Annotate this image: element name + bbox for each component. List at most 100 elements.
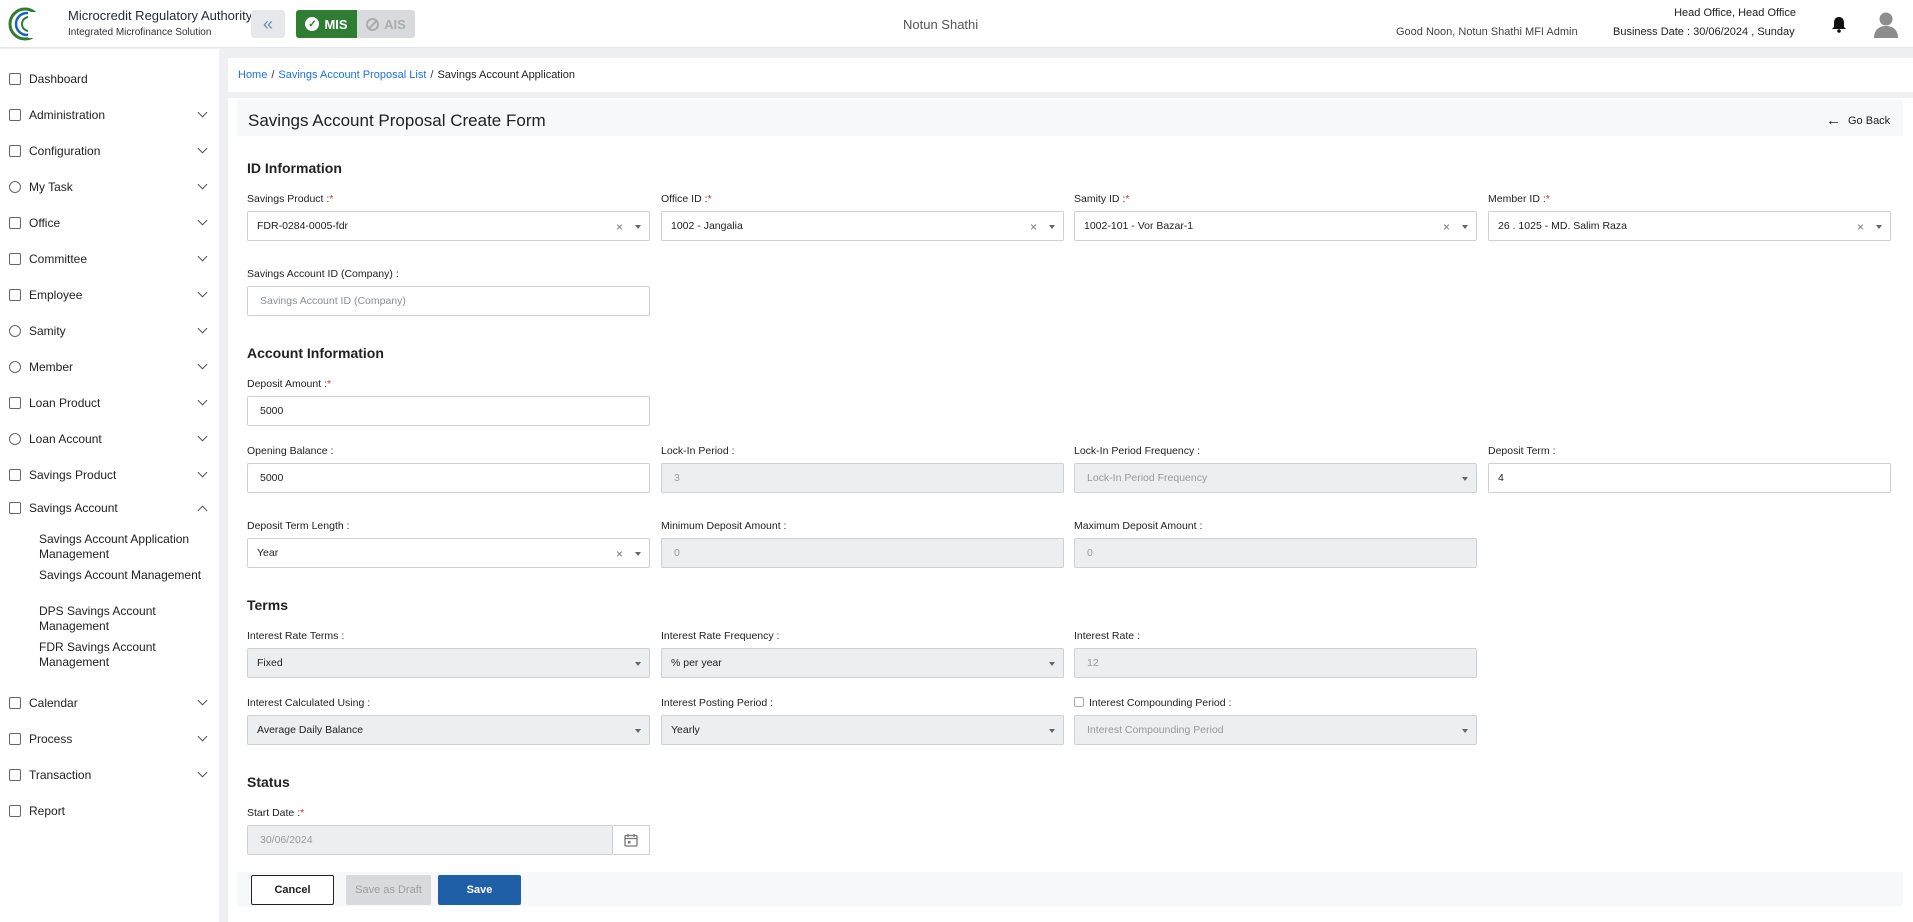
bell-icon[interactable] xyxy=(1831,16,1847,33)
interest-compounding-checkbox[interactable] xyxy=(1074,697,1084,707)
sidebar-item-label: Report xyxy=(29,804,66,818)
savings-account-id-label: Savings Account ID (Company) : xyxy=(247,268,399,280)
samity-id-label: Samity ID :* xyxy=(1074,193,1130,205)
clear-icon[interactable]: × xyxy=(1443,220,1450,234)
mis-mode-button[interactable]: ✓ MIS xyxy=(296,10,357,38)
office-name: Head Office, Head Office xyxy=(1674,7,1796,19)
sidebar-item-label: Savings Product xyxy=(29,468,117,482)
sidebar-item-savings-product[interactable]: Savings Product xyxy=(0,460,219,490)
savings-product-label: Savings Product :* xyxy=(247,193,334,205)
deposit-term-input[interactable]: 4 xyxy=(1488,463,1891,493)
breadcrumb-separator: / xyxy=(271,69,275,81)
savings-product-value: FDR-0284-0005-fdr xyxy=(257,220,349,232)
chevron-down-icon xyxy=(197,323,208,334)
clear-icon[interactable]: × xyxy=(1857,220,1864,234)
mis-label: MIS xyxy=(324,16,348,32)
chevron-down-icon xyxy=(197,287,208,298)
save-as-draft-button: Save as Draft xyxy=(346,875,431,905)
brand-subtitle: Integrated Microfinance Solution xyxy=(68,27,212,38)
sidebar-item-loan-account[interactable]: Loan Account xyxy=(0,424,219,454)
interest-rate-frequency-select[interactable]: % per year xyxy=(661,648,1064,678)
clear-icon[interactable]: × xyxy=(616,547,623,561)
sidebar-subitem-application-management[interactable]: Savings Account Application Management xyxy=(39,532,209,562)
sidebar: Dashboard Administration Configuration M… xyxy=(0,49,219,922)
deposit-term-label: Deposit Term : xyxy=(1488,445,1556,457)
member-id-select[interactable]: 26 . 1025 - MD. Salim Raza × xyxy=(1488,211,1891,241)
interest-rate-terms-select[interactable]: Fixed xyxy=(247,648,650,678)
chevron-down-icon xyxy=(197,467,208,478)
sidebar-item-my-task[interactable]: My Task xyxy=(0,172,219,202)
breadcrumb: Home / Savings Account Proposal List / Savin… xyxy=(238,69,575,81)
interest-compounding-label: Interest Compounding Period : xyxy=(1089,697,1232,709)
caret-down-icon xyxy=(1876,225,1882,229)
sidebar-item-savings-account[interactable]: Savings Account xyxy=(0,493,219,523)
brand: Microcredit Regulatory Authority Integra… xyxy=(68,8,252,38)
sidebar-subitem-fdr-management[interactable]: FDR Savings Account Management xyxy=(39,640,209,670)
samity-id-select[interactable]: 1002-101 - Vor Bazar-1 × xyxy=(1074,211,1477,241)
interest-calculated-label: Interest Calculated Using : xyxy=(247,697,371,709)
sidebar-item-label: Loan Account xyxy=(29,432,102,446)
save-button[interactable]: Save xyxy=(438,875,521,905)
office-id-label: Office ID :* xyxy=(661,193,712,205)
chevron-down-icon xyxy=(197,143,208,154)
sidebar-item-committee[interactable]: Committee xyxy=(0,244,219,274)
sidebar-subitem-dps-management[interactable]: DPS Savings Account Management xyxy=(39,604,209,634)
interest-calculated-select[interactable]: Average Daily Balance xyxy=(247,715,650,745)
section-id-information: ID Information xyxy=(247,160,342,176)
caret-down-icon xyxy=(1462,729,1468,733)
loan-product-icon xyxy=(9,397,21,409)
caret-down-icon xyxy=(635,225,641,229)
user-avatar-icon[interactable] xyxy=(1874,11,1898,38)
sidebar-item-samity[interactable]: Samity xyxy=(0,316,219,346)
sidebar-item-report[interactable]: Report xyxy=(0,796,219,826)
breadcrumb-home-link[interactable]: Home xyxy=(238,69,267,81)
sidebar-item-administration[interactable]: Administration xyxy=(0,100,219,130)
brand-title: Microcredit Regulatory Authority xyxy=(68,8,253,23)
member-id-value: 26 . 1025 - MD. Salim Raza xyxy=(1498,220,1627,232)
sidebar-item-member[interactable]: Member xyxy=(0,352,219,382)
sidebar-item-employee[interactable]: Employee xyxy=(0,280,219,310)
interest-compounding-placeholder: Interest Compounding Period xyxy=(1087,724,1224,736)
cancel-button[interactable]: Cancel xyxy=(251,875,334,905)
interest-calculated-value: Average Daily Balance xyxy=(257,724,364,736)
sliders-icon xyxy=(9,145,21,157)
collapse-sidebar-button[interactable]: « xyxy=(251,10,285,38)
interest-rate-frequency-value: % per year xyxy=(671,657,722,669)
savings-account-id-input[interactable]: Savings Account ID (Company) xyxy=(247,286,650,316)
chevron-down-icon xyxy=(197,359,208,370)
member-id-label: Member ID :* xyxy=(1488,193,1550,205)
interest-rate-input: 12 xyxy=(1074,648,1477,678)
clear-icon[interactable]: × xyxy=(1030,220,1037,234)
greeting: Good Noon, Notun Shathi MFI Admin xyxy=(1396,26,1578,38)
sidebar-item-calendar[interactable]: Calendar xyxy=(0,688,219,718)
breadcrumb-list-link[interactable]: Savings Account Proposal List xyxy=(278,69,426,81)
sidebar-item-loan-product[interactable]: Loan Product xyxy=(0,388,219,418)
chevron-up-icon xyxy=(197,505,208,516)
process-icon xyxy=(9,733,21,745)
start-date-input[interactable]: 30/06/2024 xyxy=(247,825,613,855)
sidebar-item-label: Employee xyxy=(29,288,83,302)
deposit-amount-input[interactable]: 5000 xyxy=(247,396,650,426)
opening-balance-input[interactable]: 5000 xyxy=(247,463,650,493)
sidebar-item-transaction[interactable]: Transaction xyxy=(0,760,219,790)
ais-mode-button[interactable]: AIS xyxy=(357,10,415,38)
savings-product-select[interactable]: FDR-0284-0005-fdr × xyxy=(247,211,650,241)
date-picker-button[interactable] xyxy=(613,825,650,855)
clear-icon[interactable]: × xyxy=(616,220,623,234)
form-card: Savings Account Proposal Create Form ← G… xyxy=(228,98,1913,922)
office-id-select[interactable]: 1002 - Jangalia × xyxy=(661,211,1064,241)
office-icon xyxy=(9,217,21,229)
chevron-down-icon xyxy=(197,179,208,190)
sidebar-item-process[interactable]: Process xyxy=(0,724,219,754)
sidebar-item-office[interactable]: Office xyxy=(0,208,219,238)
sidebar-subitem-account-management[interactable]: Savings Account Management xyxy=(39,568,209,583)
sidebar-item-dashboard[interactable]: Dashboard xyxy=(0,64,219,94)
deposit-term-length-select[interactable]: Year × xyxy=(247,538,650,568)
interest-posting-select[interactable]: Yearly xyxy=(661,715,1064,745)
sidebar-item-configuration[interactable]: Configuration xyxy=(0,136,219,166)
caret-down-icon xyxy=(635,662,641,666)
go-back-button[interactable]: ← Go Back xyxy=(1826,112,1890,129)
form-header: Savings Account Proposal Create Form ← G… xyxy=(237,100,1903,136)
section-terms: Terms xyxy=(247,597,288,613)
chevron-down-icon xyxy=(197,107,208,118)
